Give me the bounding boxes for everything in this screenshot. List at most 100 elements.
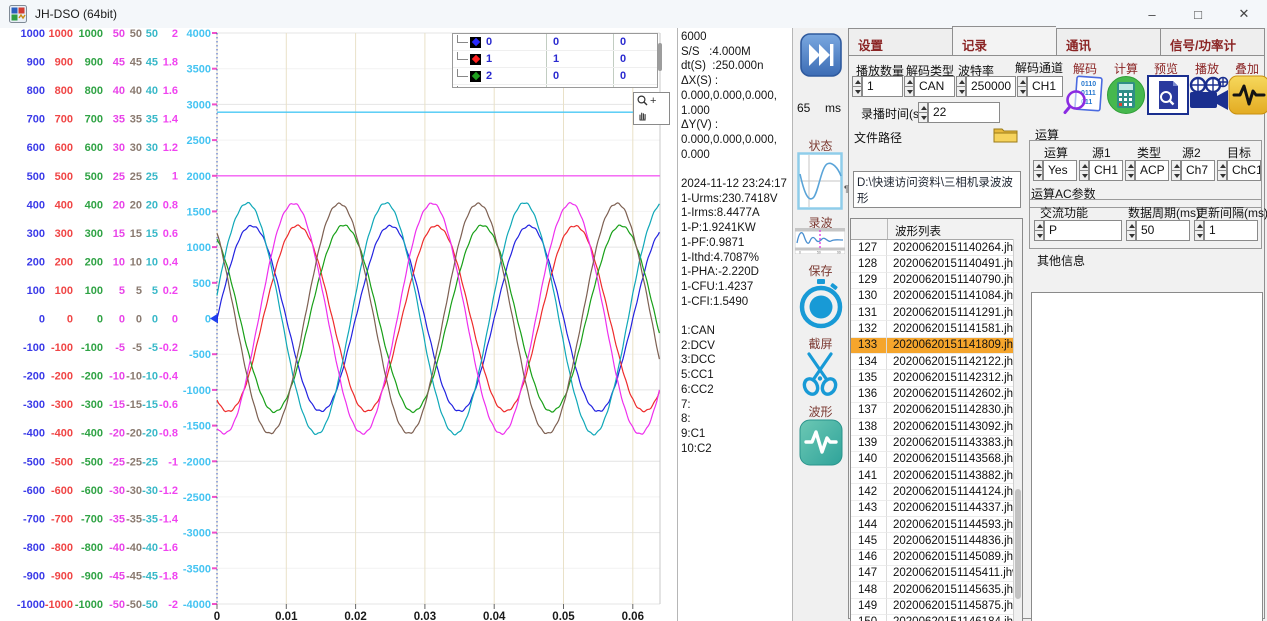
status-button[interactable] <box>797 152 843 210</box>
file-row[interactable]: 12820200620151140491.jhw <box>851 256 1022 272</box>
legend-row[interactable]: 3 0 0 <box>453 85 657 88</box>
file-row[interactable]: 14920200620151145875.jhw <box>851 599 1022 615</box>
info-line: 2024-11-12 23:24:17 <box>681 177 792 192</box>
file-row[interactable]: 14020200620151143568.jhw <box>851 452 1022 468</box>
spinner-arrows-icon[interactable] <box>1125 160 1135 181</box>
window-title: JH-DSO (64bit) <box>35 7 117 21</box>
spinner-arrows-icon[interactable] <box>918 102 928 123</box>
file-row[interactable]: 14420200620151144593.jhw <box>851 517 1022 533</box>
file-row[interactable]: 14120200620151143882.jhw <box>851 468 1022 484</box>
tab-1[interactable]: 记录 <box>952 26 1056 56</box>
file-row[interactable]: 13820200620151143092.jhw <box>851 419 1022 435</box>
legend-scrollbar[interactable] <box>658 43 662 71</box>
file-row[interactable]: 13720200620151142830.jhw <box>851 403 1022 419</box>
plot-legend[interactable]: 0 0 0 1 1 0 2 0 0 3 0 0 <box>452 33 658 88</box>
file-path-box[interactable]: D:\快速访问资料\三相机录波波形 <box>853 171 1021 208</box>
file-row[interactable]: 15020200620151146184.jhw <box>851 615 1022 621</box>
spinner-arrows-icon[interactable] <box>956 76 966 97</box>
data-period-spinner[interactable]: 50 <box>1126 220 1190 241</box>
baud-rate-spinner[interactable]: 250000 <box>956 76 1016 97</box>
svg-text:-400: -400 <box>51 428 73 440</box>
file-row[interactable]: 13320200620151141809.jhw <box>851 338 1022 354</box>
file-row[interactable]: 13420200620151142122.jhw <box>851 354 1022 370</box>
file-row[interactable]: 14520200620151144836.jhw <box>851 533 1022 549</box>
svg-text:1000: 1000 <box>21 28 45 40</box>
svg-text:0: 0 <box>136 314 142 326</box>
spinner-arrows-icon[interactable] <box>852 76 862 97</box>
svg-text:-1000: -1000 <box>17 599 45 611</box>
file-row[interactable]: 14820200620151145635.jhw <box>851 582 1022 598</box>
record-time-label: 录播时间(s) <box>861 105 923 122</box>
decode-channel-spinner[interactable]: CH1 <box>1017 76 1063 97</box>
file-row[interactable]: 12920200620151140790.jhw <box>851 273 1022 289</box>
play-count-spinner[interactable]: 1 <box>852 76 903 97</box>
legend-row[interactable]: 1 1 0 <box>453 51 657 68</box>
overlay-button[interactable] <box>1228 75 1267 115</box>
svg-text:-400: -400 <box>81 428 103 440</box>
close-button[interactable]: ✕ <box>1221 0 1267 28</box>
legend-row[interactable]: 2 0 0 <box>453 68 657 85</box>
svg-text:-500: -500 <box>23 456 45 468</box>
spinner-arrows-icon[interactable] <box>1079 160 1089 181</box>
titlebar: JH-DSO (64bit) – □ ✕ <box>0 0 1267 29</box>
waveform-button[interactable] <box>799 419 843 466</box>
op-source2-spinner[interactable]: Ch7 <box>1171 160 1215 181</box>
op-source1-spinner[interactable]: CH1 <box>1079 160 1123 181</box>
record-button[interactable]: 0 50 99 <box>795 228 845 254</box>
svg-text:-1.4: -1.4 <box>159 513 179 525</box>
svg-text:-15: -15 <box>126 399 142 411</box>
tab-0[interactable]: 设置 <box>848 28 952 56</box>
record-time-spinner[interactable]: 22 <box>918 102 1000 123</box>
file-row[interactable]: 13920200620151143383.jhw <box>851 436 1022 452</box>
svg-text:-100: -100 <box>51 342 73 354</box>
op-enable-spinner[interactable]: Yes <box>1033 160 1077 181</box>
spinner-arrows-icon[interactable] <box>1033 160 1043 181</box>
maximize-button[interactable]: □ <box>1175 0 1221 28</box>
spinner-arrows-icon[interactable] <box>1171 160 1181 181</box>
calculate-button[interactable] <box>1105 75 1147 115</box>
ac-function-spinner[interactable]: P <box>1034 220 1122 241</box>
decode-button[interactable]: 0110 0111 011 <box>1063 75 1105 115</box>
update-interval-spinner[interactable]: 1 <box>1194 220 1258 241</box>
tab-2[interactable]: 通讯 <box>1056 28 1160 56</box>
browse-folder-button[interactable] <box>992 124 1019 144</box>
spinner-arrows-icon[interactable] <box>1034 220 1044 241</box>
file-row[interactable]: 14320200620151144337.jhw <box>851 501 1022 517</box>
file-row[interactable]: 12720200620151140264.jhw <box>851 240 1022 256</box>
file-row[interactable]: 13520200620151142312.jhw <box>851 370 1022 386</box>
svg-text:45: 45 <box>113 57 125 69</box>
file-row[interactable]: 13620200620151142602.jhw <box>851 387 1022 403</box>
info-line: 1.000 <box>681 104 792 119</box>
spinner-arrows-icon[interactable] <box>1126 220 1136 241</box>
file-list-scrollbar-thumb[interactable] <box>1015 489 1021 599</box>
file-list-scrollbar[interactable] <box>1013 239 1022 621</box>
fast-forward-button[interactable] <box>800 33 842 77</box>
pan-tool-button[interactable] <box>634 108 669 123</box>
file-row[interactable]: 13020200620151141084.jhw <box>851 289 1022 305</box>
file-row[interactable]: 13120200620151141291.jhw <box>851 305 1022 321</box>
spinner-arrows-icon[interactable] <box>904 76 914 97</box>
file-row[interactable]: 14720200620151145411.jhw <box>851 566 1022 582</box>
tab-3[interactable]: 信号/功率计 <box>1160 28 1265 56</box>
play-button[interactable] <box>1187 75 1229 115</box>
waveform-plot[interactable]: 10009008007006005004003002001000-100-200… <box>0 28 677 621</box>
save-stopwatch-button[interactable] <box>799 278 843 330</box>
other-info-box[interactable] <box>1031 292 1263 621</box>
legend-row[interactable]: 0 0 0 <box>453 34 657 51</box>
minimize-button[interactable]: – <box>1129 0 1175 28</box>
preview-button[interactable] <box>1147 75 1189 115</box>
op-type-spinner[interactable]: ACP <box>1125 160 1169 181</box>
spinner-arrows-icon[interactable] <box>1194 220 1204 241</box>
svg-text:0: 0 <box>799 250 801 254</box>
decode-type-spinner[interactable]: CAN <box>904 76 955 97</box>
zoom-tool-button[interactable]: + <box>634 93 669 108</box>
op-target-spinner[interactable]: ChC1 <box>1217 160 1261 181</box>
file-row[interactable]: 13220200620151141581.jhw <box>851 321 1022 337</box>
spinner-arrows-icon[interactable] <box>1217 160 1227 181</box>
screenshot-scissors-button[interactable] <box>800 351 840 396</box>
hand-icon <box>637 110 648 121</box>
file-row[interactable]: 14620200620151145089.jhw <box>851 550 1022 566</box>
spinner-arrows-icon[interactable] <box>1017 76 1027 97</box>
svg-text:1000: 1000 <box>49 28 73 40</box>
file-row[interactable]: 14220200620151144124.jhw <box>851 484 1022 500</box>
